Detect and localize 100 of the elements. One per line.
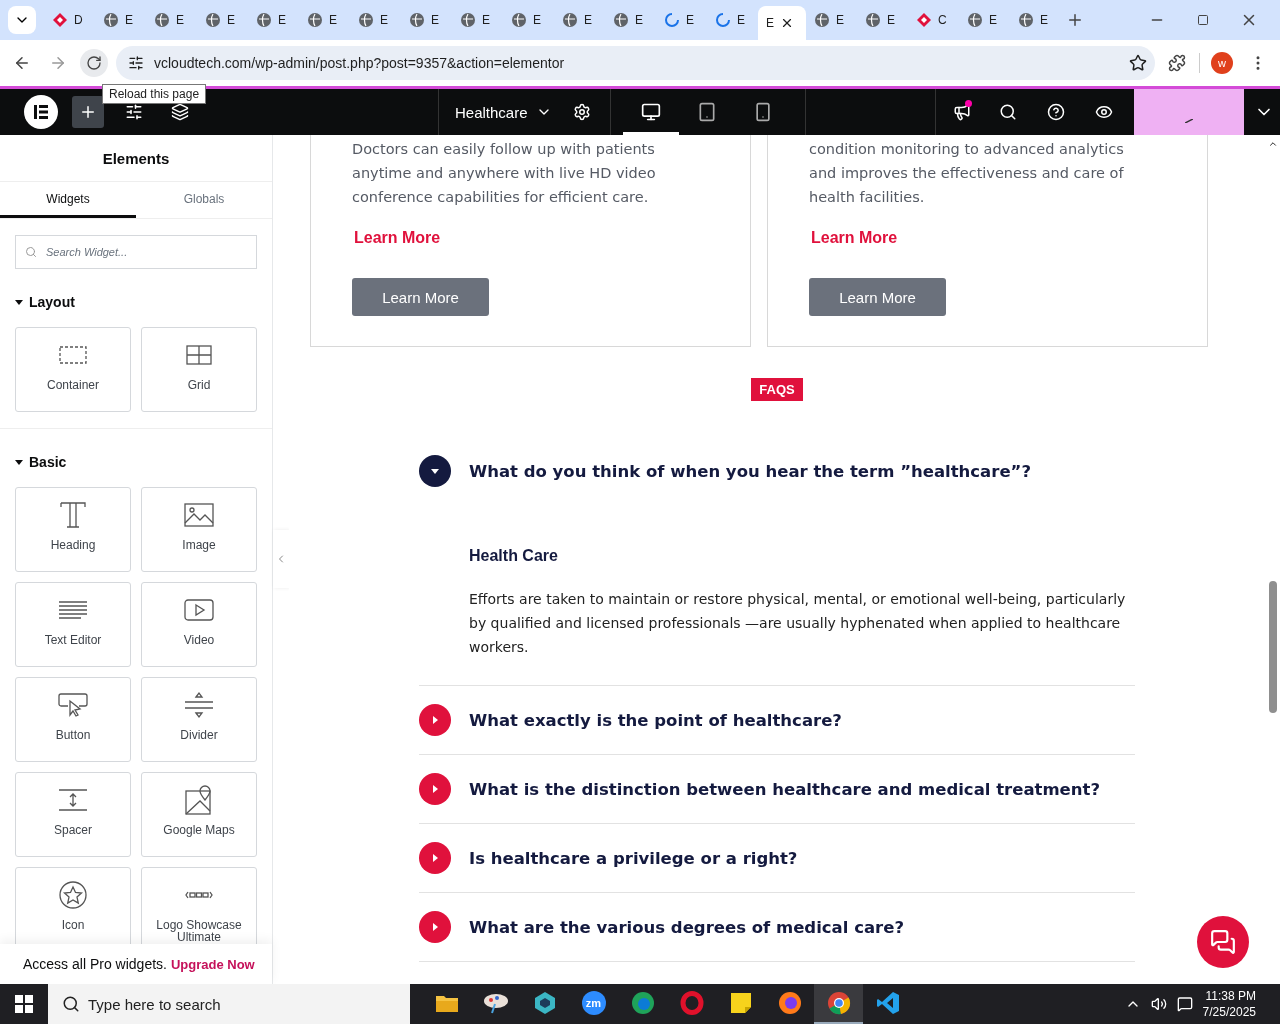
reload-icon[interactable] — [86, 55, 102, 71]
address-bar[interactable]: vcloudtech.com/wp-admin/post.php?post=9357&action=elementor — [116, 46, 1155, 80]
browser-tab[interactable]: D — [44, 6, 95, 34]
extensions-icon[interactable] — [1168, 54, 1186, 72]
hexagon-app-icon[interactable] — [532, 991, 557, 1015]
learn-more-link[interactable]: Learn More — [352, 229, 441, 247]
widget-tile[interactable]: Container — [15, 327, 131, 412]
panel-tab[interactable]: Widgets — [0, 182, 136, 218]
browser-tab[interactable]: E — [758, 6, 806, 40]
chat-bubbles-icon[interactable] — [1210, 929, 1236, 955]
settings-icon[interactable] — [572, 103, 591, 121]
folder-icon[interactable] — [434, 993, 459, 1013]
caret-right-icon[interactable] — [419, 704, 451, 736]
collapse-handle[interactable] — [273, 530, 289, 588]
widget-tile[interactable]: Divider — [141, 677, 257, 762]
four-squares-icon[interactable] — [15, 995, 33, 1013]
browser-tab[interactable]: E — [857, 6, 908, 34]
site-settings-icon[interactable] — [128, 55, 144, 71]
caret-down-icon[interactable] — [419, 455, 451, 487]
learn-more-button[interactable]: Learn More — [352, 278, 489, 316]
add-button[interactable] — [72, 96, 104, 128]
restore-icon[interactable] — [1197, 14, 1209, 26]
widget-tile[interactable]: Grid — [141, 327, 257, 412]
close-icon[interactable] — [780, 16, 794, 30]
widget-tile[interactable]: Video — [141, 582, 257, 667]
volume-icon[interactable] — [1150, 996, 1167, 1012]
map-icon — [185, 785, 213, 815]
browser-tab[interactable]: E — [95, 6, 146, 34]
taskbar-search-field[interactable]: Type here to search — [48, 984, 410, 1024]
browser-tab[interactable]: E — [503, 6, 554, 34]
browser-tab[interactable]: E — [605, 6, 656, 34]
sticky-note-icon[interactable] — [729, 992, 752, 1014]
forward-icon[interactable] — [49, 54, 67, 72]
panel-tab[interactable]: Globals — [136, 182, 272, 218]
widget-tile[interactable]: Spacer — [15, 772, 131, 857]
megaphone-icon[interactable] — [953, 103, 971, 121]
faq-question[interactable]: What exactly is the point of healthcare? — [469, 710, 842, 730]
browser-tab[interactable]: E — [656, 6, 707, 34]
reload-button[interactable] — [80, 49, 108, 77]
caret-right-icon[interactable] — [419, 773, 451, 805]
widget-tile[interactable]: Image — [141, 487, 257, 572]
browser-tab[interactable]: E — [1010, 6, 1061, 34]
caret-right-icon[interactable] — [419, 911, 451, 943]
learn-more-link[interactable]: Learn More — [809, 229, 898, 247]
taskbar-app-button[interactable] — [814, 984, 863, 1024]
preview-eye-icon[interactable] — [1095, 103, 1113, 121]
browser-tab[interactable]: C — [908, 6, 959, 34]
ring-o-icon[interactable] — [679, 991, 704, 1015]
browser-tab[interactable]: E — [401, 6, 452, 34]
chrome-browser-icon[interactable] — [826, 991, 851, 1015]
fox-browser-icon[interactable] — [777, 991, 802, 1015]
faq-question[interactable]: Is healthcare a privilege or a right? — [469, 848, 798, 868]
widget-tile[interactable]: Button — [15, 677, 131, 762]
scroll-up-icon[interactable] — [1267, 139, 1278, 149]
logo-icon[interactable] — [24, 95, 58, 129]
plus-icon[interactable] — [79, 103, 97, 121]
scrollbar-thumb[interactable] — [1268, 581, 1277, 713]
help-icon[interactable] — [1047, 103, 1065, 121]
search-icon[interactable] — [999, 103, 1017, 121]
globe-icon — [205, 12, 221, 28]
paint-palette-icon[interactable] — [482, 992, 509, 1014]
chat-button[interactable] — [1197, 916, 1249, 968]
caret-icon[interactable] — [15, 459, 23, 465]
bookmark-star-icon[interactable] — [1129, 54, 1147, 72]
code-editor-icon[interactable] — [875, 991, 900, 1015]
widget-tile[interactable]: Text Editor — [15, 582, 131, 667]
browser-tab[interactable]: E — [554, 6, 605, 34]
browser-swirl-icon[interactable] — [630, 991, 655, 1015]
browser-tab[interactable]: E — [959, 6, 1010, 34]
browser-tab[interactable]: E — [146, 6, 197, 34]
profile-avatar[interactable]: w — [1211, 52, 1233, 74]
browser-tab[interactable]: E — [707, 6, 758, 34]
section-title[interactable]: Basic — [29, 454, 67, 470]
browser-tab[interactable]: E — [248, 6, 299, 34]
upgrade-link[interactable]: Upgrade Now — [170, 956, 255, 972]
faq-question[interactable]: What is the distinction between healthcare and medical treatment? — [469, 779, 1100, 799]
back-icon[interactable] — [13, 54, 31, 72]
tab-search-button[interactable] — [8, 6, 36, 34]
caret-icon[interactable] — [15, 299, 23, 305]
faq-question[interactable]: What do you think of when you hear the term ”healthcare”? — [469, 461, 1031, 481]
clock[interactable]: 11:38 PM 7/25/2025 — [1202, 988, 1266, 1020]
widget-tile[interactable]: Heading — [15, 487, 131, 572]
browser-tab[interactable]: E — [197, 6, 248, 34]
section-title[interactable]: Layout — [29, 294, 75, 310]
page-title-dropdown[interactable]: Healthcare — [455, 103, 552, 121]
learn-more-button[interactable]: Learn More — [809, 278, 946, 316]
monitor-icon[interactable] — [640, 102, 661, 122]
browser-tab[interactable]: E — [806, 6, 857, 34]
search-field[interactable]: Search Widget... — [15, 235, 257, 269]
faq-question[interactable]: What are the various degrees of medical care? — [469, 917, 904, 937]
new-tab-icon[interactable] — [1066, 11, 1084, 29]
heading-icon — [59, 501, 87, 529]
browser-tab[interactable]: E — [350, 6, 401, 34]
browser-tab[interactable]: E — [299, 6, 350, 34]
browser-tab[interactable]: E — [452, 6, 503, 34]
caret-right-icon[interactable] — [419, 842, 451, 874]
message-icon[interactable] — [1176, 996, 1193, 1012]
sliders-icon[interactable] — [125, 103, 143, 121]
widget-tile[interactable]: Google Maps — [141, 772, 257, 857]
layers-icon[interactable] — [171, 103, 189, 121]
